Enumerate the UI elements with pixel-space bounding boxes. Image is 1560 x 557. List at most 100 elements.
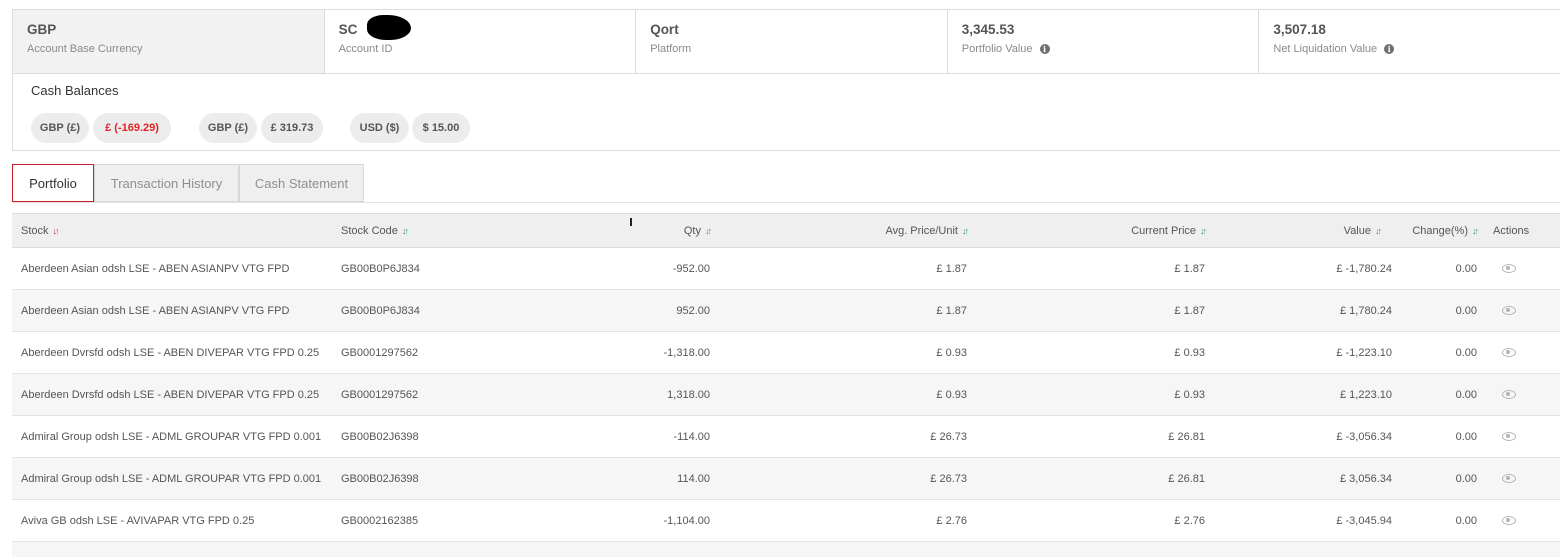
header-value[interactable]: Value ↓↑ [1222, 214, 1382, 247]
cell-stock: Admiral Group odsh LSE - ADML GROUPAR VT… [21, 430, 322, 443]
cell-change: 0.00 [1455, 514, 1477, 527]
cell-stock: Aviva GB odsh LSE - AVIVAPAR VTG FPD 0.2… [21, 514, 255, 527]
cell-avg-price: £ 1.87 [936, 304, 967, 317]
cell-avg-price: £ 26.73 [930, 472, 967, 485]
header-value-label: Value [1343, 224, 1371, 237]
cell-avg-price: £ 0.93 [936, 388, 967, 401]
cell-change: 0.00 [1455, 346, 1477, 359]
cash-balances-title: Cash Balances [31, 83, 119, 98]
redaction-mark [367, 15, 411, 40]
cell-avg-price: £ 2.76 [936, 514, 967, 527]
sort-icon[interactable]: ↓↑ [1375, 226, 1382, 236]
cell-avg-price: £ 1.87 [936, 262, 967, 275]
cell-stock-code: GB0001297562 [341, 346, 419, 359]
view-action[interactable] [1502, 248, 1516, 289]
info-icon[interactable]: i [1384, 44, 1395, 54]
cell-stock-code: GB00B0P6J834 [341, 262, 420, 275]
eye-icon[interactable] [1502, 306, 1516, 315]
account-summary: GBP Account Base Currency SC Account ID … [12, 9, 1560, 74]
table-row: Aberdeen Asian odsh LSE - ABEN ASIANPV V… [12, 290, 1560, 332]
net-liquidation-label-row: Net Liquidation Value i [1273, 43, 1560, 55]
cell-stock: Aberdeen Dvrsfd odsh LSE - ABEN DIVEPAR … [21, 346, 320, 359]
base-currency-value: GBP [27, 22, 57, 37]
cell-value: £ -3,045.94 [1336, 514, 1392, 527]
tab-portfolio[interactable]: Portfolio [12, 164, 94, 202]
cell-change: 0.00 [1455, 304, 1477, 317]
cell-value: £ 3,056.34 [1340, 472, 1392, 485]
cell-value: £ -1,223.10 [1336, 346, 1392, 359]
eye-icon[interactable] [1502, 264, 1516, 273]
eye-icon[interactable] [1502, 516, 1516, 525]
view-action[interactable] [1502, 500, 1516, 541]
eye-icon[interactable] [1502, 390, 1516, 399]
header-qty-label: Qty [683, 224, 701, 237]
cell-stock-code: GB0001297562 [341, 388, 419, 401]
eye-icon[interactable] [1502, 474, 1516, 483]
cell-qty: 952.00 [676, 304, 710, 317]
tab-divider [12, 202, 1560, 203]
view-action[interactable] [1502, 458, 1516, 499]
cash-currency-badge: GBP (£) [31, 113, 89, 143]
tab-transaction-history[interactable]: Transaction History [94, 164, 239, 202]
sort-icon[interactable]: ↓↑ [1200, 226, 1207, 236]
platform-value: Qort [650, 22, 679, 37]
cell-stock-code: GB00B02J6398 [341, 430, 419, 443]
info-icon[interactable]: i [1039, 44, 1050, 54]
sort-icon[interactable]: ↓↑ [402, 226, 409, 236]
sort-icon[interactable]: ↓↑ [705, 226, 712, 236]
cell-change: 0.00 [1455, 472, 1477, 485]
cash-currency-badge: USD ($) [350, 113, 409, 143]
platform-label: Platform [650, 43, 692, 55]
cell-qty: 114.00 [677, 472, 710, 485]
table-row: Admiral Group odsh LSE - ADML GROUPAR VT… [12, 416, 1560, 458]
eye-icon[interactable] [1502, 432, 1516, 441]
cash-amount-badge: £ 319.73 [261, 113, 323, 143]
cell-current-price: £ 1.87 [1174, 262, 1205, 275]
header-stock-code[interactable]: Stock Code ↓↑ [341, 214, 409, 247]
portfolio-value: 3,345.53 [961, 22, 1015, 37]
header-qty[interactable]: Qty ↓↑ [532, 214, 712, 247]
base-currency-card: GBP Account Base Currency [13, 10, 325, 73]
portfolio-value-label-row: Portfolio Value i [962, 43, 1259, 55]
cell-qty: -952.00 [672, 262, 710, 275]
cash-amount-badge: £ (-169.29) [93, 113, 171, 143]
platform-card: Qort Platform [636, 10, 948, 73]
cell-stock: Aberdeen Asian odsh LSE - ABEN ASIANPV V… [21, 262, 290, 275]
portfolio-table: Stock ↓↑ Stock Code ↓↑ Qty ↓↑ Avg. Price… [12, 213, 1560, 557]
header-change[interactable]: Change(%) ↓↑ [1392, 214, 1479, 247]
cash-amount-badge: $ 15.00 [412, 113, 470, 143]
table-row-partial [12, 542, 1560, 557]
header-stock[interactable]: Stock ↓↑ [21, 214, 60, 247]
cell-value: £ 1,780.24 [1340, 304, 1392, 317]
header-avg-price[interactable]: Avg. Price/Unit ↓↑ [772, 214, 969, 247]
cell-change: 0.00 [1455, 430, 1477, 443]
header-avg-label: Avg. Price/Unit [885, 224, 958, 237]
header-current-price[interactable]: Current Price ↓↑ [1012, 214, 1207, 247]
sort-icon[interactable]: ↓↑ [1472, 226, 1479, 236]
cash-balances-panel: Cash Balances GBP (£) £ (-169.29) GBP (£… [12, 73, 1560, 151]
cell-current-price: £ 0.93 [1174, 346, 1205, 359]
net-liquidation-label: Net Liquidation Value [1273, 43, 1378, 55]
sort-icon[interactable]: ↓↑ [962, 226, 969, 236]
sort-icon[interactable]: ↓↑ [53, 226, 60, 236]
view-action[interactable] [1502, 374, 1516, 415]
base-currency-label: Account Base Currency [27, 43, 143, 55]
eye-icon[interactable] [1502, 348, 1516, 357]
cell-avg-price: £ 26.73 [930, 430, 967, 443]
cell-avg-price: £ 0.93 [936, 346, 967, 359]
tab-cash-statement[interactable]: Cash Statement [239, 164, 364, 202]
view-action[interactable] [1502, 290, 1516, 331]
view-action[interactable] [1502, 416, 1516, 457]
header-actions: Actions [1493, 224, 1530, 237]
view-action[interactable] [1502, 332, 1516, 373]
cell-value: £ 1,223.10 [1340, 388, 1392, 401]
portfolio-value-card: 3,345.53 Portfolio Value i [948, 10, 1260, 73]
table-row: Admiral Group odsh LSE - ADML GROUPAR VT… [12, 458, 1560, 500]
cash-currency-badge: GBP (£) [199, 113, 257, 143]
table-row: Aberdeen Asian odsh LSE - ABEN ASIANPV V… [12, 248, 1560, 290]
portfolio-value-label: Portfolio Value [961, 43, 1033, 55]
cell-qty: 1,318.00 [667, 388, 710, 401]
cell-stock: Admiral Group odsh LSE - ADML GROUPAR VT… [21, 472, 322, 485]
cell-qty: -114.00 [673, 430, 711, 443]
cell-stock: Aberdeen Dvrsfd odsh LSE - ABEN DIVEPAR … [21, 388, 320, 401]
